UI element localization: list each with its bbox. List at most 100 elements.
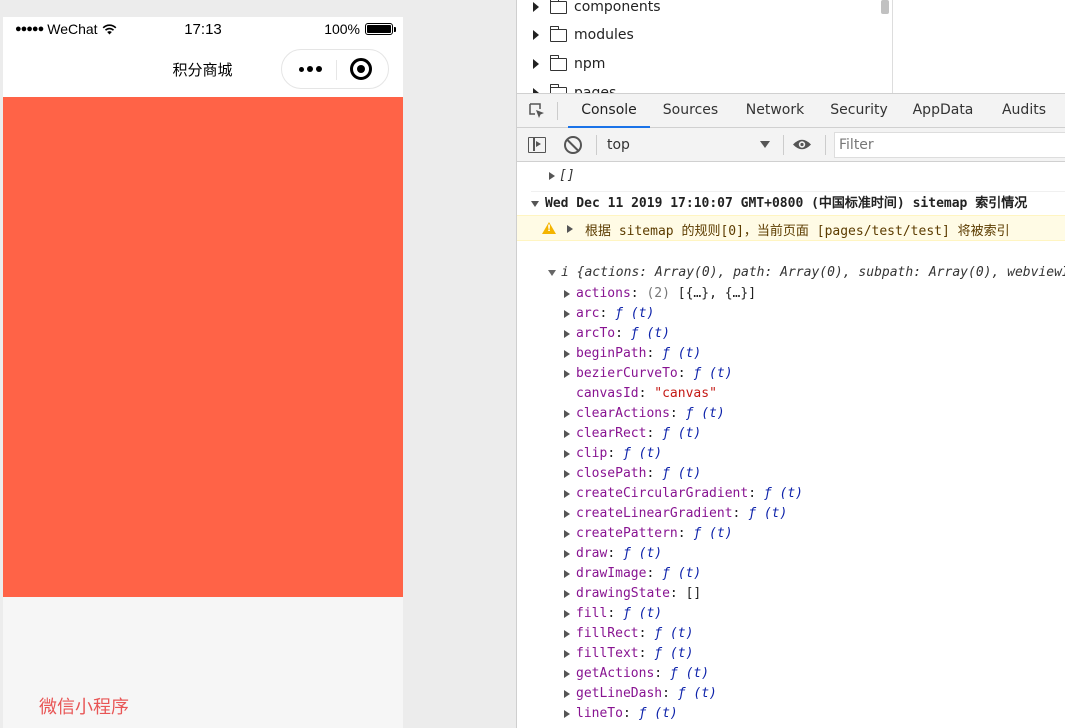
expand-arrow-icon[interactable] [564,610,570,618]
property-value: ƒ (t) [693,366,733,381]
property-separator: : [654,666,670,681]
expand-arrow-icon[interactable] [564,670,570,678]
expand-arrow-icon[interactable] [533,59,539,69]
expand-arrow-icon[interactable] [564,470,570,478]
console-toolbar: top [517,128,1065,162]
close-miniprogram-icon[interactable] [350,58,372,80]
canvas-area[interactable] [3,97,403,597]
tab-security[interactable]: Security [825,94,893,128]
more-icon[interactable] [294,59,326,79]
property-key-name: fillText [576,646,639,661]
property-key: clip: ƒ (t) [576,444,662,464]
property-key: drawingState: [] [576,584,701,604]
property-value: ƒ (t) [763,486,803,501]
clear-console-icon[interactable] [564,136,582,154]
expand-arrow-icon[interactable] [564,490,570,498]
property-key: createCircularGradient: ƒ (t) [576,484,803,504]
property-key-name: clearActions [576,406,670,421]
property-key-name: drawingState [576,586,670,601]
expand-arrow-icon[interactable] [564,330,570,338]
property-key-name: canvasId [576,386,639,401]
toolbar-divider [783,135,784,155]
property-key-name: fill [576,606,608,621]
property-key: createLinearGradient: ƒ (t) [576,504,787,524]
property-separator: : [646,566,663,581]
property-key-name: getLineDash [576,686,663,701]
expand-arrow-icon[interactable] [564,590,570,598]
expand-arrow-icon[interactable] [564,550,570,558]
property-separator: : [622,706,639,721]
console-warning[interactable]: 根据 sitemap 的规则[0]，当前页面 [pages/test/test]… [517,215,1065,241]
property-value: ƒ (t) [622,546,663,561]
expand-arrow-icon[interactable] [564,430,570,438]
property-key: canvasId: "canvas" [576,384,717,404]
inspect-element-icon[interactable] [529,103,545,119]
property-separator: : [638,646,655,661]
tab-network[interactable]: Network [739,94,811,128]
live-expression-eye-icon[interactable] [792,138,812,151]
property-separator: : [646,466,663,481]
expand-arrow-icon[interactable] [564,350,570,358]
expand-arrow-icon[interactable] [533,2,539,12]
property-value: ƒ (t) [677,686,717,701]
property-value: (2) [{…}, {…}] [646,286,757,301]
console-entry[interactable]: [] [549,168,1065,186]
devtools-panel: components modules npm pages Console Sou… [516,0,1065,728]
expand-arrow-icon[interactable] [564,410,570,418]
property-key-name: beginPath [576,346,647,361]
expand-arrow-icon[interactable] [567,225,573,233]
filter-input[interactable] [834,132,1065,158]
expand-arrow-icon[interactable] [564,450,570,458]
property-value: "canvas" [654,386,717,401]
property-separator: : [607,446,623,461]
collapse-arrow-icon[interactable] [548,269,556,276]
collapse-arrow-icon[interactable] [531,200,539,207]
property-value: ƒ (t) [662,346,702,361]
tab-sources[interactable]: Sources [657,94,724,128]
property-separator: : [638,386,655,401]
property-separator: : [677,366,694,381]
property-separator: : [662,686,678,701]
warning-icon [542,222,556,234]
expand-arrow-icon[interactable] [564,530,570,538]
property-key-name: actions [576,286,631,301]
property-separator: : [646,426,663,441]
battery-percent: 100% [324,21,360,37]
expand-arrow-icon[interactable] [564,290,570,298]
tree-scrollbar[interactable] [881,0,889,14]
tab-appdata[interactable]: AppData [908,94,978,128]
property-key-name: clip [576,446,608,461]
expand-arrow-icon[interactable] [564,310,570,318]
expand-arrow-icon[interactable] [564,510,570,518]
property-key: lineTo: ƒ (t) [576,704,678,724]
expand-arrow-icon[interactable] [549,171,555,180]
navigation-bar: 积分商城 [3,42,403,97]
property-key: bezierCurveTo: ƒ (t) [576,364,733,384]
show-sidebar-icon[interactable] [528,137,546,153]
property-key: draw: ƒ (t) [576,544,662,564]
console-group-header[interactable]: Wed Dec 11 2019 17:10:07 GMT+0800 (中国标准时… [531,191,1065,215]
property-separator: : [607,546,623,561]
expand-arrow-icon[interactable] [564,650,570,658]
expand-arrow-icon[interactable] [564,370,570,378]
expand-arrow-icon[interactable] [564,570,570,578]
property-value: ƒ (t) [669,666,710,681]
object-preview[interactable]: i {actions: Array(0), path: Array(0), su… [548,265,1065,283]
property-key-name: bezierCurveTo [576,366,678,381]
capsule-divider [336,60,337,80]
context-selector[interactable]: top [604,133,776,157]
property-separator: : [646,346,663,361]
property-separator: : [677,526,694,541]
tab-divider [557,102,558,120]
tab-audits[interactable]: Audits [995,94,1053,128]
toolbar-divider [825,135,826,155]
expand-arrow-icon[interactable] [564,690,570,698]
folder-icon [549,25,567,42]
property-value: ƒ (t) [622,446,663,461]
property-value: ƒ (t) [685,406,725,421]
property-key-name: getActions [576,666,655,681]
expand-arrow-icon[interactable] [564,630,570,638]
tab-console[interactable]: Console [568,94,650,128]
expand-arrow-icon[interactable] [533,30,539,40]
expand-arrow-icon[interactable] [564,710,570,718]
